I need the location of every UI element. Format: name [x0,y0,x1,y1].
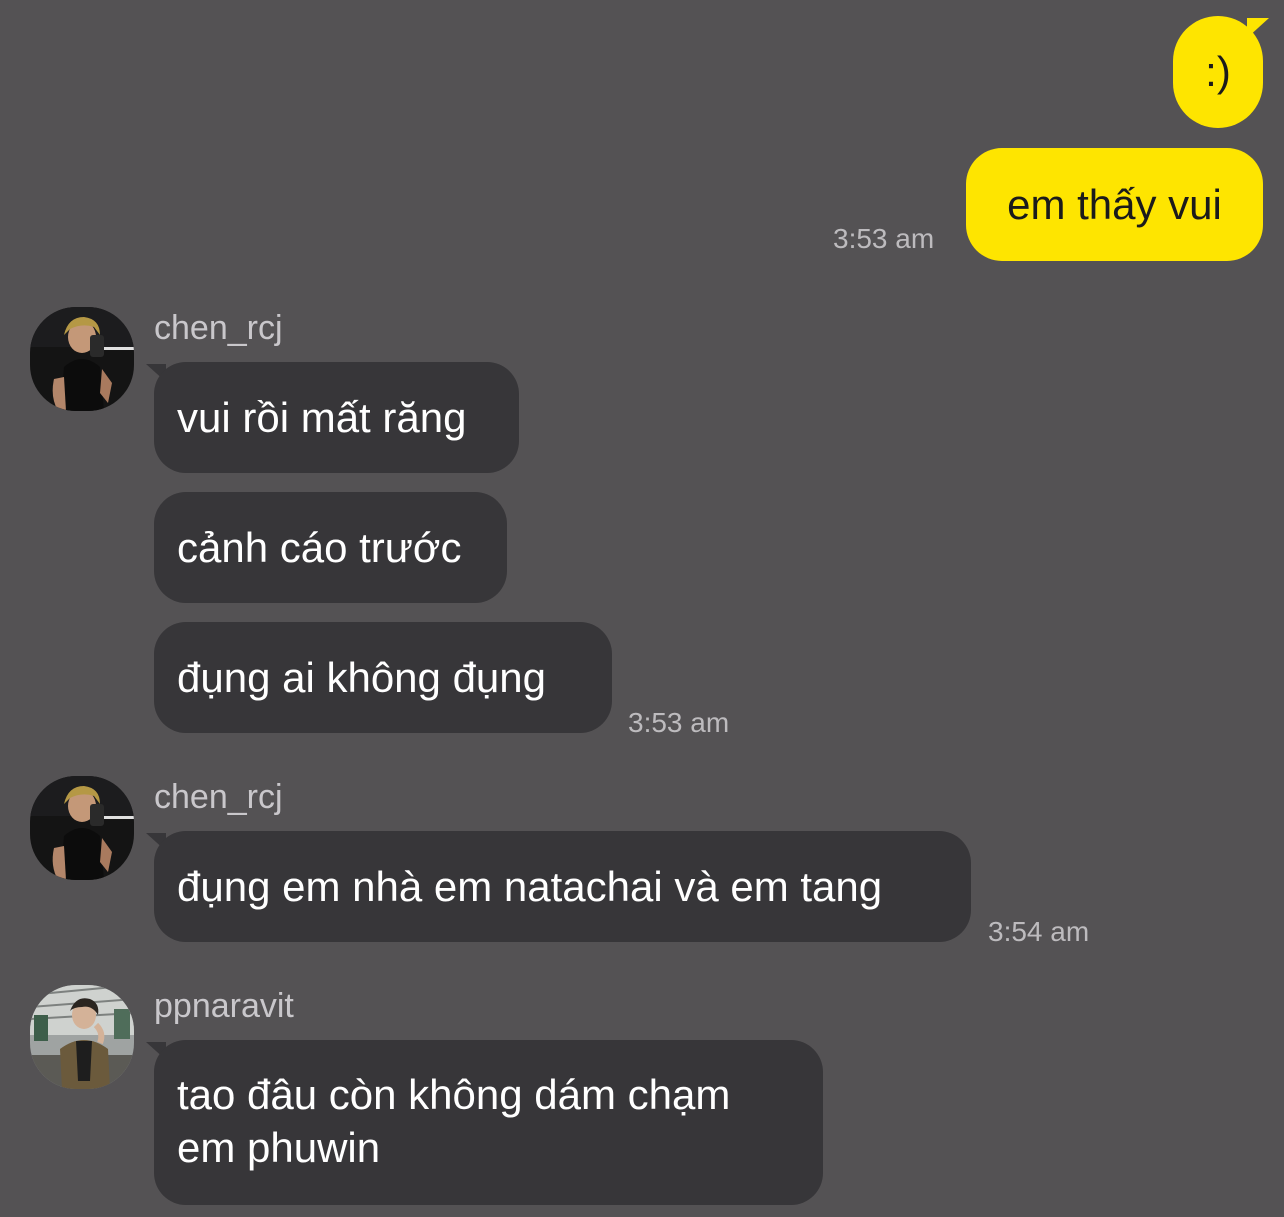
message-text: :) [1205,48,1231,95]
sender-name: ppnaravit [154,987,294,1025]
incoming-message-bubble[interactable]: cảnh cáo trước [154,492,507,603]
avatar[interactable] [30,307,134,411]
profile-photo-icon [30,307,134,411]
message-timestamp: 3:54 am [988,916,1090,947]
message-text: em thấy vui [1007,180,1222,228]
bubble-tail [1247,18,1269,38]
sender-name: chen_rcj [154,309,283,347]
incoming-message-bubble[interactable]: tao đâu còn không dám chạm em phuwin [154,1040,823,1205]
message-text: đụng ai không đụng [177,654,546,701]
incoming-message-bubble[interactable]: đụng ai không đụng [154,622,612,733]
message-text: cảnh cáo trước [177,524,462,571]
incoming-message-bubble[interactable]: đụng em nhà em natachai và em tang [154,831,971,942]
message-text: vui rồi mất răng [177,394,467,441]
message-text: tao đâu còn không dám chạm em phuwin [177,1071,731,1171]
profile-photo-icon [30,985,134,1089]
avatar[interactable] [30,985,134,1089]
message-timestamp: 3:53 am [833,223,935,254]
avatar[interactable] [30,776,134,880]
message-text: đụng em nhà em natachai và em tang [177,863,883,910]
message-timestamp: 3:53 am [628,707,730,738]
incoming-message-bubble[interactable]: vui rồi mất răng [154,362,519,473]
profile-photo-icon [30,776,134,880]
sender-name: chen_rcj [154,778,283,816]
outgoing-message-bubble[interactable]: em thấy vui [966,148,1263,261]
